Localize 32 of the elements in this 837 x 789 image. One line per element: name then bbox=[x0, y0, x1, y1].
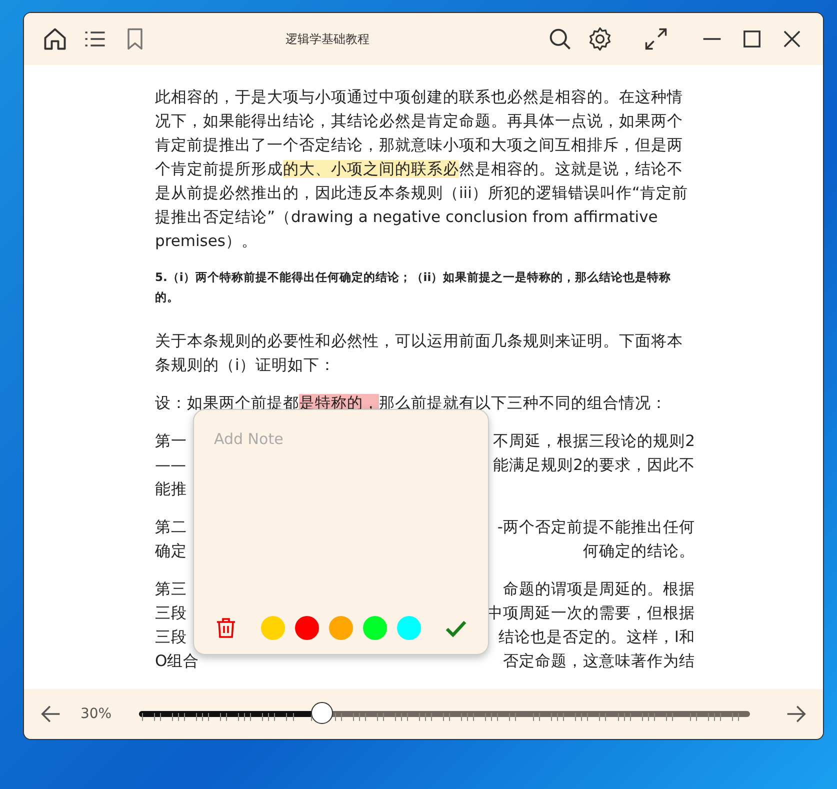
paragraph-fragment: 三段 bbox=[155, 627, 187, 648]
color-swatch[interactable] bbox=[295, 616, 319, 640]
paragraph-fragment: 确定 bbox=[155, 541, 187, 562]
book-title: 逻辑学基础教程 bbox=[286, 30, 370, 48]
trash-icon[interactable] bbox=[214, 616, 238, 640]
fullscreen-icon[interactable] bbox=[643, 26, 669, 52]
home-icon[interactable] bbox=[42, 26, 68, 52]
color-swatch[interactable] bbox=[397, 616, 421, 640]
paragraph-fragment: 结论也是否定的。这样，I和 bbox=[498, 627, 695, 648]
paragraph: 此相容的，于是大项与小项通过中项创建的联系也必然是相容的。在这种情况下，如果能得出结论，其结论必然是肯定命题。再具体一点说，如果两个肯定前提推出了一个否定结论，那就意味小项和大项之间互相排斥，但是两个肯定前提所形成的大、小项之间的联系必然是相容的。这就是说，结论不是从前提必然推出的，因此违反本条规则（iii）所犯的逻辑错误叫作“肯定前提推出否定结论”（drawing a negative conclusion from affirmative premises）。 bbox=[155, 87, 689, 252]
rule-heading: 5.（i）两个特称前提不能得出任何确定的结论；（ii）如果前提之一是特称的，那么结论也是特称的。 bbox=[155, 269, 672, 306]
search-icon[interactable] bbox=[547, 26, 573, 52]
paragraph-fragment: 能推 bbox=[155, 479, 187, 500]
slider-thumb[interactable] bbox=[311, 702, 334, 724]
color-swatch[interactable] bbox=[363, 616, 387, 640]
paragraph-fragment: 三段 bbox=[155, 603, 187, 624]
paragraph-fragment: 第三 bbox=[155, 579, 187, 600]
paragraph-fragment: —— bbox=[155, 455, 186, 476]
paragraph-fragment: 何确定的结论。 bbox=[583, 541, 695, 562]
paragraph-fragment: 第二 bbox=[155, 517, 187, 538]
paragraph-fragment: 否定命题，这意味著作为结 bbox=[503, 651, 695, 672]
paragraph: 关于本条规则的必要性和必然性，可以运用前面几条规则来证明。下面将本条规则的（i）证明如下： bbox=[155, 331, 684, 376]
note-popup[interactable]: Add Note bbox=[193, 409, 489, 655]
paragraph-fragment: 命题的谓项是周延的。根据 bbox=[503, 579, 695, 600]
paragraph-fragment: 能满足规则2的要求，因此不 bbox=[493, 455, 695, 476]
paragraph-fragment: 第一 bbox=[155, 431, 187, 452]
color-swatch[interactable] bbox=[261, 616, 285, 640]
paragraph-fragment: 不周延，根据三段论的规则2 bbox=[493, 431, 695, 452]
color-swatch[interactable] bbox=[329, 616, 353, 640]
settings-icon[interactable] bbox=[587, 26, 613, 52]
paragraph-fragment: -两个否定前提不能推出任何 bbox=[497, 517, 695, 538]
progress-percent: 30% bbox=[79, 706, 113, 722]
